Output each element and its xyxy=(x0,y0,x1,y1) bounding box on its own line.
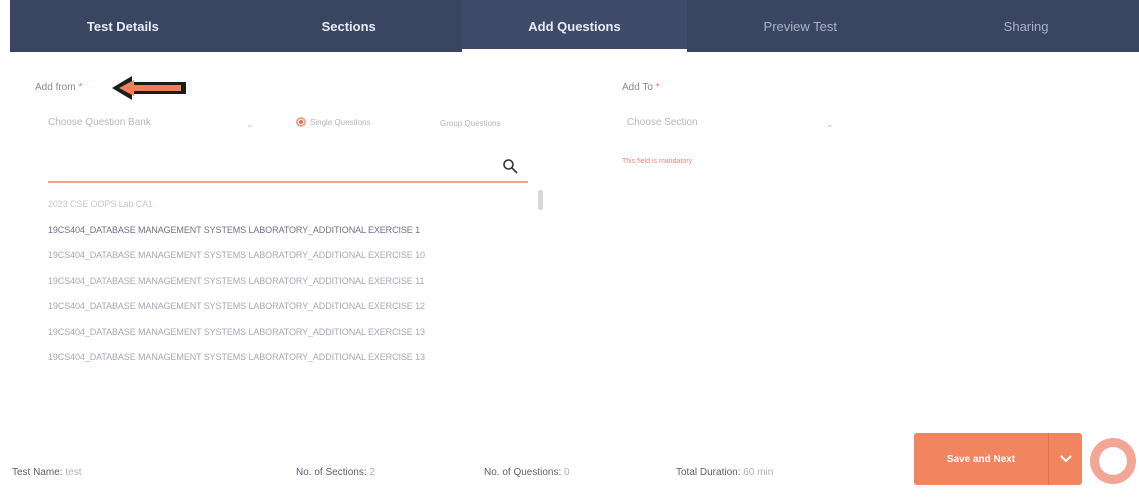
sections-count-info: No. of Sections: 2 xyxy=(296,467,375,478)
list-item[interactable]: 2023 CSE OOPS Lab CA1 xyxy=(48,192,538,218)
add-from-text: Add from xyxy=(35,82,76,93)
list-item[interactable]: 19CS404_DATABASE MANAGEMENT SYSTEMS LABO… xyxy=(48,218,538,244)
radio-group-label: Group Questions xyxy=(440,119,501,128)
add-to-label: Add To * xyxy=(622,82,660,93)
list-item[interactable]: 19CS404_DATABASE MANAGEMENT SYSTEMS LABO… xyxy=(48,269,538,295)
question-bank-placeholder: Choose Question Bank xyxy=(48,117,151,128)
total-duration-label: Total Duration: xyxy=(676,467,741,478)
radio-single-label: Single Questions xyxy=(310,117,371,127)
list-item[interactable]: 19CS404_DATABASE MANAGEMENT SYSTEMS LABO… xyxy=(48,294,538,320)
chat-bubble xyxy=(1099,447,1127,475)
radio-single-questions[interactable]: Single Questions xyxy=(296,117,370,127)
total-duration-info: Total Duration: 60 min xyxy=(676,467,773,478)
section-select[interactable]: Choose Section xyxy=(627,117,698,128)
radio-selected-icon xyxy=(296,117,306,127)
test-name-label: Test Name: xyxy=(12,467,63,478)
questions-count-label: No. of Questions: xyxy=(484,467,562,478)
list-scrollbar[interactable] xyxy=(538,190,543,210)
tab-sections[interactable]: Sections xyxy=(236,0,462,52)
question-bank-search xyxy=(48,150,528,183)
search-icon[interactable] xyxy=(502,158,518,174)
add-to-text: Add To xyxy=(622,82,653,93)
list-item[interactable]: 19CS404_DATABASE MANAGEMENT SYSTEMS LABO… xyxy=(48,345,538,371)
question-bank-select[interactable]: Choose Question Bank xyxy=(48,117,151,128)
question-bank-list: 2023 CSE OOPS Lab CA1 19CS404_DATABASE M… xyxy=(48,192,538,371)
sections-count-value: 2 xyxy=(369,467,375,478)
section-placeholder: Choose Section xyxy=(627,117,698,128)
total-duration-value: 60 min xyxy=(743,467,774,478)
arrow-left-icon xyxy=(112,76,186,100)
save-and-next-label: Save and Next xyxy=(946,453,1016,465)
tab-add-questions[interactable]: Add Questions xyxy=(461,0,688,52)
tab-test-details[interactable]: Test Details xyxy=(10,0,236,52)
questions-count-info: No. of Questions: 0 xyxy=(484,467,570,478)
chevron-down-icon[interactable]: ⌄ xyxy=(826,119,834,130)
radio-group-questions[interactable]: Group Questions xyxy=(440,119,500,128)
search-input[interactable] xyxy=(48,150,488,180)
tab-sharing[interactable]: Sharing xyxy=(913,0,1139,52)
test-name-info: Test Name: test xyxy=(12,467,81,478)
wizard-tabs: Test Details Sections Add Questions Prev… xyxy=(10,0,1139,52)
test-name-value: test xyxy=(65,467,82,478)
section-validation-message: This field is mandatory xyxy=(622,158,693,165)
list-item[interactable]: 19CS404_DATABASE MANAGEMENT SYSTEMS LABO… xyxy=(48,243,538,269)
required-mark: * xyxy=(655,82,660,93)
chevron-down-icon[interactable]: ⌄ xyxy=(246,119,254,130)
chat-icon[interactable] xyxy=(1090,438,1136,484)
save-and-next-button[interactable]: Save and Next xyxy=(914,433,1082,485)
sections-count-label: No. of Sections: xyxy=(296,467,367,478)
required-mark: * xyxy=(78,82,83,93)
add-from-label: Add from * xyxy=(35,82,82,93)
chevron-down-icon[interactable] xyxy=(1049,455,1082,463)
list-item[interactable]: 19CS404_DATABASE MANAGEMENT SYSTEMS LABO… xyxy=(48,320,538,346)
questions-count-value: 0 xyxy=(564,467,570,478)
tab-preview-test[interactable]: Preview Test xyxy=(687,0,913,52)
